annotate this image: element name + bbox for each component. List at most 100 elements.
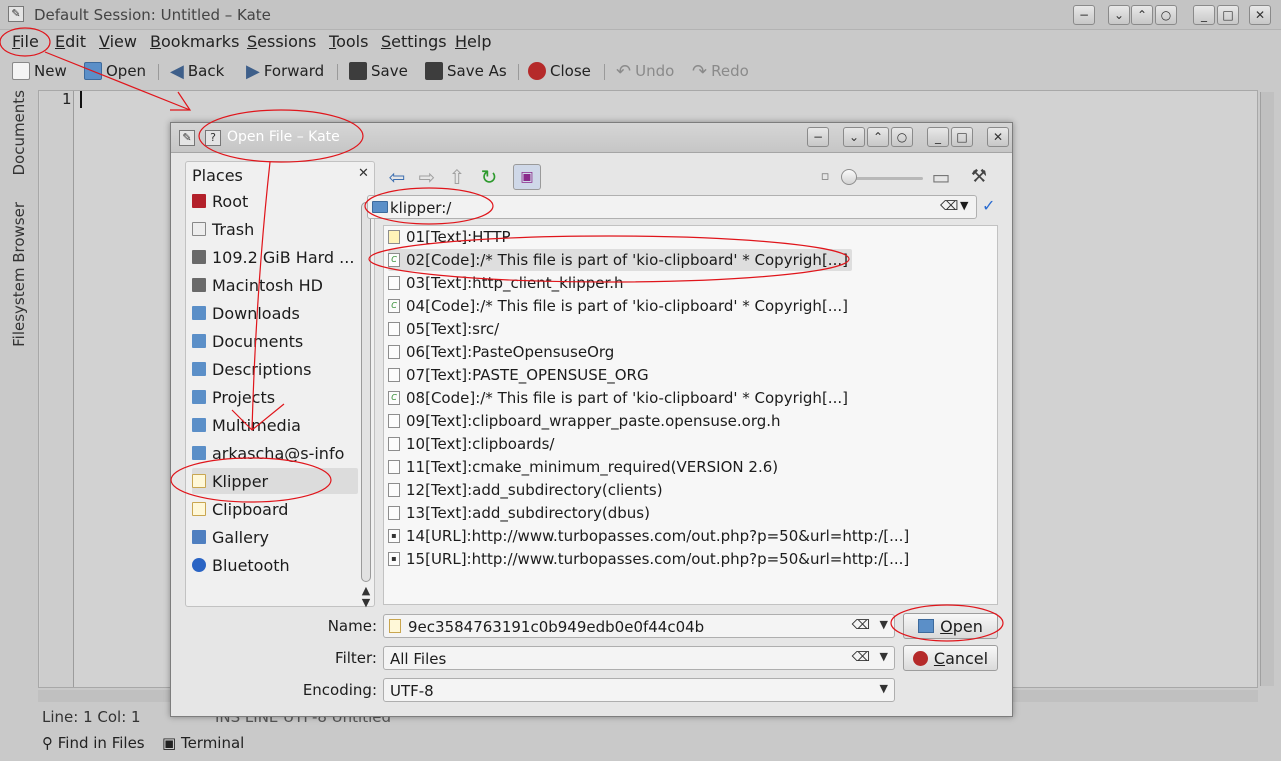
list-item[interactable]: C 08[Code]:/* This file is part of 'kio-c… [388, 387, 848, 409]
filesystem-browser-tab[interactable]: Filesystem Browser [10, 202, 28, 347]
open-button[interactable]: Open [84, 60, 146, 82]
redo-button[interactable]: ↷ Redo [692, 60, 749, 82]
close-button[interactable]: Close [528, 60, 591, 82]
preview-icon[interactable]: ▣ [513, 164, 541, 190]
list-item[interactable]: 11[Text]:cmake_minimum_required(VERSION … [388, 456, 778, 478]
options-wrench-icon[interactable]: ⚒ [967, 165, 991, 189]
list-item[interactable]: 03[Text]:http_client_klipper.h [388, 272, 624, 294]
menu-file[interactable]: File [12, 32, 39, 51]
shade-down-button[interactable]: ⌄ [1108, 5, 1130, 25]
place-root[interactable]: Root [192, 188, 358, 214]
place-downloads[interactable]: Downloads [192, 300, 358, 326]
window-menu-button[interactable]: − [1073, 5, 1095, 25]
close-window-button[interactable]: ✕ [1249, 5, 1271, 25]
dialog-keep-above-button[interactable]: ○ [891, 127, 913, 147]
places-scrollbar[interactable]: ▲ ▼ [358, 202, 374, 609]
menu-sessions[interactable]: Sessions [247, 32, 316, 51]
menu-tools[interactable]: Tools [329, 32, 368, 51]
chevron-down-icon[interactable]: ▼ [960, 199, 968, 212]
dialog-shade-down-button[interactable]: ⌄ [843, 127, 865, 147]
editor-vertical-scrollbar[interactable] [1260, 92, 1274, 686]
menu-help[interactable]: Help [455, 32, 491, 51]
place-trash[interactable]: Trash [192, 216, 358, 242]
close-places-icon[interactable]: ✕ [358, 166, 369, 181]
minimize-button[interactable]: _ [1193, 5, 1215, 25]
list-item[interactable]: 06[Text]:PasteOpensuseOrg [388, 341, 614, 363]
place-multimedia[interactable]: Multimedia [192, 412, 358, 438]
list-item[interactable]: 10[Text]:clipboards/ [388, 433, 554, 455]
chevron-down-icon[interactable]: ▼ [880, 618, 888, 631]
place-descriptions[interactable]: Descriptions [192, 356, 358, 382]
place-remote-host[interactable]: arkascha@s-info [192, 440, 358, 466]
menu-bookmarks[interactable]: Bookmarks [150, 32, 239, 51]
list-item[interactable]: ▪ 14[URL]:http://www.turbopasses.com/out.… [388, 525, 909, 547]
place-documents[interactable]: Documents [192, 328, 358, 354]
forward-button[interactable]: ▶ Forward [246, 60, 324, 82]
list-item[interactable]: 13[Text]:add_subdirectory(dbus) [388, 502, 650, 524]
dialog-minimize-button[interactable]: _ [927, 127, 949, 147]
dialog-title: Open File – Kate [227, 129, 340, 145]
list-item[interactable]: 09[Text]:clipboard_wrapper_paste.opensus… [388, 410, 781, 432]
list-item[interactable]: C 02[Code]:/* This file is part of 'kio-c… [388, 249, 852, 271]
back-icon[interactable]: ⇦ [385, 165, 409, 189]
maximize-button[interactable]: □ [1217, 5, 1239, 25]
open-file-dialog: ✎ ? Open File – Kate − ⌄ ⌃ ○ _ □ ✕ Place… [170, 122, 1013, 717]
list-item[interactable]: 01[Text]:HTTP [388, 226, 511, 248]
location-bar[interactable]: klipper:/ ⌫ ▼ ✓ [367, 195, 995, 219]
clear-icon[interactable]: ⌫ [940, 199, 958, 214]
filter-combo[interactable]: All Files ⌫ ▼ [383, 646, 895, 670]
chevron-down-icon[interactable]: ▼ [880, 650, 888, 663]
place-clipboard[interactable]: Clipboard [192, 496, 358, 522]
dialog-shade-up-button[interactable]: ⌃ [867, 127, 889, 147]
small-icon-size-icon[interactable]: ▫ [813, 165, 837, 189]
dialog-menu-button[interactable]: − [807, 127, 829, 147]
list-item[interactable]: 05[Text]:src/ [388, 318, 499, 340]
open-button[interactable]: Open [903, 613, 998, 639]
binoculars-icon: ⚲ [42, 734, 58, 752]
large-icon-size-icon[interactable]: ▭ [929, 165, 953, 189]
terminal-tab[interactable]: ▣ Terminal [162, 734, 244, 752]
clear-icon[interactable]: ⌫ [852, 650, 870, 665]
encoding-combo[interactable]: UTF-8 ▼ [383, 678, 895, 702]
clear-icon[interactable]: ⌫ [852, 618, 870, 633]
text-file-icon [388, 276, 400, 290]
dialog-maximize-button[interactable]: □ [951, 127, 973, 147]
documents-tab[interactable]: Documents [10, 90, 28, 176]
list-item[interactable]: 12[Text]:add_subdirectory(clients) [388, 479, 663, 501]
find-in-files-tab[interactable]: ⚲ Find in Files [42, 734, 145, 752]
place-gallery[interactable]: Gallery [192, 524, 358, 550]
name-field[interactable]: 9ec3584763191c0b949edb0e0f44c04b ⌫ ▼ [383, 614, 895, 638]
place-projects[interactable]: Projects [192, 384, 358, 410]
place-bluetooth[interactable]: Bluetooth [192, 552, 358, 578]
undo-button[interactable]: ↶ Undo [616, 60, 674, 82]
chevron-down-icon[interactable]: ▼ [880, 682, 888, 695]
forward-icon[interactable]: ⇨ [415, 165, 439, 189]
place-hard-drive[interactable]: 109.2 GiB Hard ... [192, 244, 358, 270]
place-klipper[interactable]: Klipper [192, 468, 358, 494]
list-item[interactable]: C 04[Code]:/* This file is part of 'kio-c… [388, 295, 848, 317]
save-button[interactable]: Save [349, 60, 408, 82]
file-list: 01[Text]:HTTP C 02[Code]:/* This file is … [383, 225, 998, 605]
new-button[interactable]: New [12, 60, 67, 82]
help-icon[interactable]: ? [205, 130, 221, 146]
menu-settings[interactable]: Settings [381, 32, 447, 51]
zoom-slider-handle[interactable] [841, 169, 857, 185]
place-macintosh-hd[interactable]: Macintosh HD [192, 272, 358, 298]
shade-up-button[interactable]: ⌃ [1131, 5, 1153, 25]
keep-above-button[interactable]: ○ [1155, 5, 1177, 25]
up-icon[interactable]: ⇧ [445, 165, 469, 189]
go-checkmark-icon[interactable]: ✓ [982, 196, 995, 215]
scroll-down-icon[interactable]: ▼ [358, 596, 374, 609]
dialog-close-button[interactable]: ✕ [987, 127, 1009, 147]
save-as-button[interactable]: Save As [425, 60, 507, 82]
menu-view[interactable]: View [99, 32, 137, 51]
reload-icon[interactable]: ↻ [477, 165, 501, 189]
location-input[interactable]: klipper:/ [390, 199, 451, 217]
text-file-icon [388, 230, 400, 244]
places-scroll-trough[interactable] [361, 202, 371, 582]
menu-edit[interactable]: Edit [55, 32, 86, 51]
cancel-button[interactable]: Cancel [903, 645, 998, 671]
list-item[interactable]: ▪ 15[URL]:http://www.turbopasses.com/out.… [388, 548, 909, 570]
list-item[interactable]: 07[Text]:PASTE_OPENSUSE_ORG [388, 364, 649, 386]
back-button[interactable]: ◀ Back [170, 60, 224, 82]
